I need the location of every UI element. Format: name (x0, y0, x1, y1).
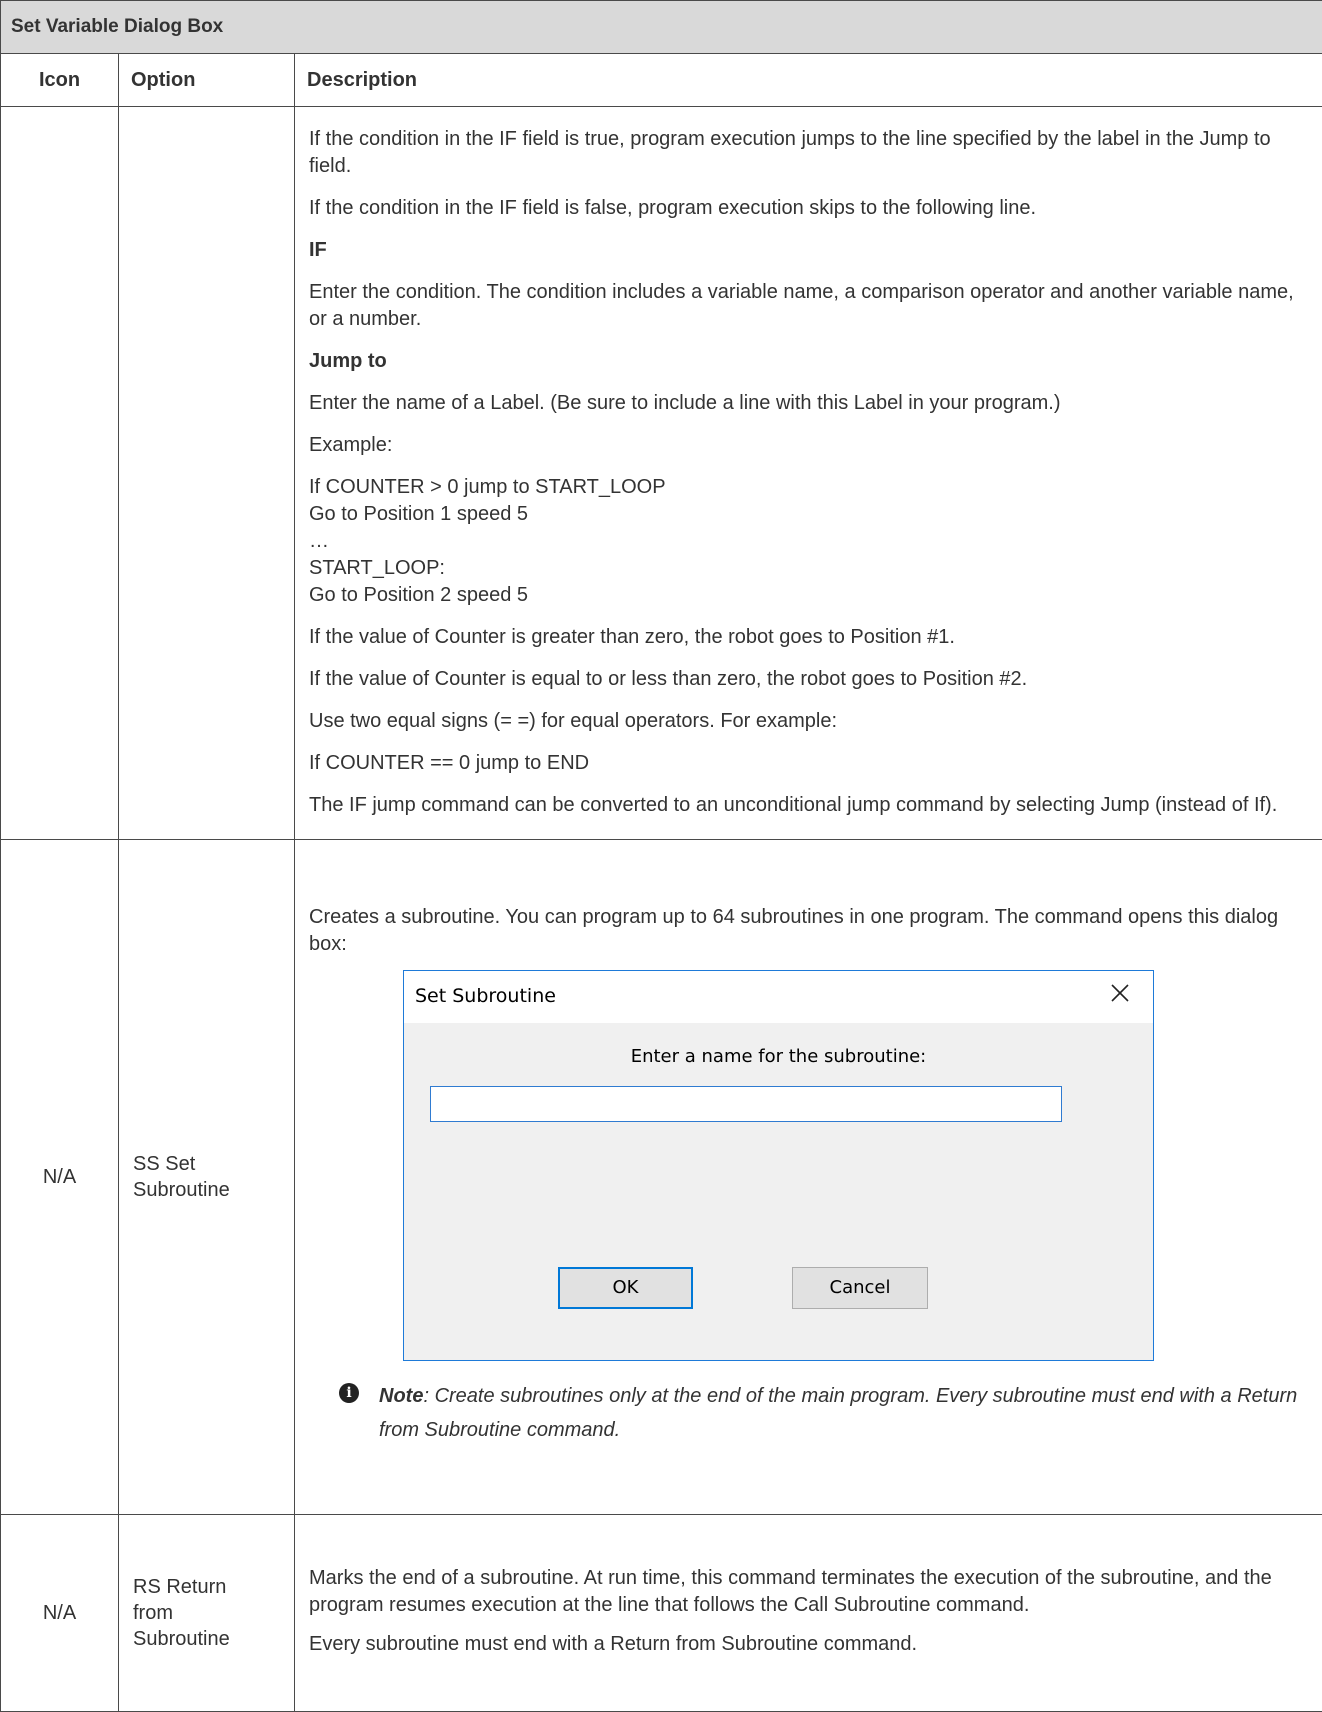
row-option-cell: RS Return from Subroutine (119, 1515, 295, 1712)
description-paragraph: Enter the condition. The condition inclu… (309, 279, 1308, 333)
code-example: If COUNTER > 0 jump to START_LOOP Go to … (309, 474, 1308, 609)
example-label: Example: (309, 432, 1308, 459)
row-option-cell (119, 107, 295, 840)
cancel-button[interactable]: Cancel (792, 1267, 928, 1309)
description-paragraph: If the condition in the IF field is true… (309, 126, 1308, 180)
header-option: Option (119, 54, 295, 107)
row-description-cell: Marks the end of a subroutine. At run ti… (295, 1515, 1322, 1712)
option-name-line: Subroutine (133, 1179, 230, 1201)
code-line: Go to Position 1 speed 5 (309, 503, 528, 525)
table-row: N/A SS Set Subroutine Creates a subrouti… (1, 840, 1322, 1515)
ok-button[interactable]: OK (558, 1267, 693, 1309)
note-text: : Create subroutines only at the end of … (379, 1385, 1297, 1441)
dialog-prompt-label: Enter a name for the subroutine: (404, 1043, 1153, 1070)
description-paragraph: Creates a subroutine. You can program up… (309, 904, 1308, 958)
info-icon: i (339, 1383, 359, 1403)
close-icon[interactable] (1107, 980, 1133, 1006)
option-name-line: from (133, 1602, 173, 1624)
code-line: Go to Position 2 speed 5 (309, 584, 528, 606)
option-name-line: RS Return (133, 1576, 226, 1598)
table-row: N/A RS Return from Subroutine Marks the … (1, 1515, 1322, 1712)
option-name-line: Subroutine (133, 1628, 230, 1650)
note-label: Note (379, 1385, 423, 1407)
table-caption: Set Variable Dialog Box (1, 1, 1322, 54)
description-paragraph: If the value of Counter is greater than … (309, 624, 1308, 651)
note-block: i Note: Create subroutines only at the e… (309, 1379, 1308, 1447)
field-heading-jump-to: Jump to (309, 348, 1308, 375)
option-name-line: SS Set (133, 1153, 195, 1175)
row-icon-cell: N/A (1, 1515, 119, 1712)
description-paragraph: The IF jump command can be converted to … (309, 792, 1308, 819)
dialog-screenshot: Set Subroutine Enter a name for the subr… (309, 970, 1308, 1361)
row-icon-cell: N/A (1, 840, 119, 1515)
description-paragraph: Marks the end of a subroutine. At run ti… (309, 1565, 1308, 1619)
field-heading-if: IF (309, 237, 1308, 264)
row-option-cell: SS Set Subroutine (119, 840, 295, 1515)
row-icon-cell (1, 107, 119, 840)
description-paragraph: Enter the name of a Label. (Be sure to i… (309, 390, 1308, 417)
description-paragraph: If COUNTER == 0 jump to END (309, 750, 1308, 777)
dialog-title: Set Subroutine (415, 983, 556, 1010)
table-row: If the condition in the IF field is true… (1, 107, 1322, 840)
code-line: START_LOOP: (309, 557, 445, 579)
row-description-cell: Creates a subroutine. You can program up… (295, 840, 1322, 1515)
dialog-title-bar: Set Subroutine (404, 971, 1153, 1023)
code-line: If COUNTER > 0 jump to START_LOOP (309, 476, 666, 498)
header-description: Description (295, 54, 1322, 107)
set-subroutine-dialog: Set Subroutine Enter a name for the subr… (403, 970, 1154, 1361)
description-paragraph: Use two equal signs (= =) for equal oper… (309, 708, 1308, 735)
row-description-cell: If the condition in the IF field is true… (295, 107, 1322, 840)
description-paragraph: Every subroutine must end with a Return … (309, 1631, 1308, 1658)
code-line: … (309, 530, 329, 552)
subroutine-name-input[interactable] (430, 1086, 1062, 1122)
header-icon: Icon (1, 54, 119, 107)
description-paragraph: If the value of Counter is equal to or l… (309, 666, 1308, 693)
set-variable-table: Set Variable Dialog Box Icon Option Desc… (0, 0, 1322, 1712)
description-paragraph: If the condition in the IF field is fals… (309, 195, 1308, 222)
